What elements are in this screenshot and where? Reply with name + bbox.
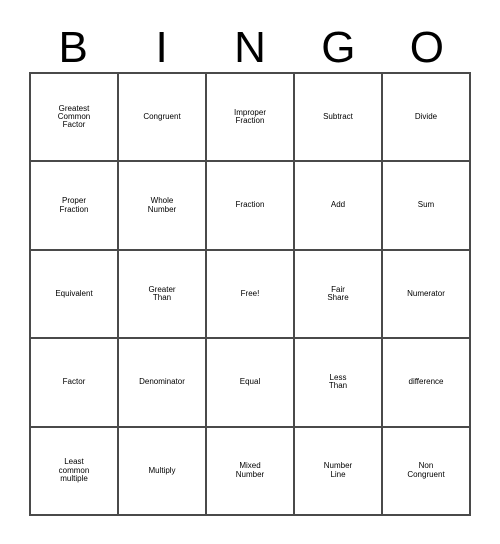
bingo-header-letter-g: G xyxy=(321,23,356,72)
bingo-cell-free-space[interactable]: Free! xyxy=(207,250,295,340)
bingo-cell-label: Divide xyxy=(414,112,438,122)
bingo-cell-label: Fraction xyxy=(235,200,265,210)
bingo-cell-o5[interactable]: Non Congruent xyxy=(383,427,471,516)
bingo-card: B I N G O Greatest Common Factor Congrue… xyxy=(0,0,500,544)
bingo-cell-b5[interactable]: Least common multiple xyxy=(31,427,119,516)
bingo-cell-label: Mixed Number xyxy=(235,461,265,479)
bingo-cell-i5[interactable]: Multiply xyxy=(119,427,207,516)
bingo-cell-label: Fair Share xyxy=(327,284,349,302)
bingo-cell-label: Equal xyxy=(239,377,261,387)
bingo-cell-label: Equivalent xyxy=(55,288,93,298)
bingo-cell-g4[interactable]: Less Than xyxy=(295,339,383,428)
bingo-cell-label: Factor xyxy=(62,377,86,387)
bingo-header-letter-o: O xyxy=(409,23,444,72)
bingo-cell-label: Free! xyxy=(240,288,260,298)
bingo-cell-o4[interactable]: difference xyxy=(383,339,471,428)
bingo-cell-n4[interactable]: Equal xyxy=(207,339,295,428)
bingo-cell-b4[interactable]: Factor xyxy=(31,339,119,428)
bingo-cell-i4[interactable]: Denominator xyxy=(119,339,207,428)
bingo-cell-o2[interactable]: Sum xyxy=(383,162,471,251)
bingo-header-letter-b: B xyxy=(58,23,88,72)
bingo-cell-label: Less Than xyxy=(328,373,348,391)
bingo-cell-label: Multiply xyxy=(148,465,176,475)
bingo-header-letter-i: I xyxy=(155,23,168,72)
bingo-header-row: B I N G O xyxy=(29,18,471,72)
bingo-cell-n2[interactable]: Fraction xyxy=(207,162,295,251)
bingo-cell-label: Greater Than xyxy=(148,284,176,302)
bingo-cell-o1[interactable]: Divide xyxy=(383,74,471,163)
bingo-cell-label: Non Congruent xyxy=(407,461,445,479)
bingo-cell-label: Whole Number xyxy=(147,196,177,214)
bingo-cell-i3[interactable]: Greater Than xyxy=(119,250,207,340)
bingo-cell-o3[interactable]: Numerator xyxy=(383,250,471,340)
bingo-cell-g1[interactable]: Subtract xyxy=(295,74,383,163)
bingo-cell-label: Least common multiple xyxy=(58,457,90,483)
bingo-cell-b2[interactable]: Proper Fraction xyxy=(31,162,119,251)
bingo-cell-g2[interactable]: Add xyxy=(295,162,383,251)
bingo-cell-b3[interactable]: Equivalent xyxy=(31,250,119,340)
bingo-cell-label: Proper Fraction xyxy=(59,196,89,214)
bingo-cell-label: Denominator xyxy=(139,377,185,387)
bingo-cell-label: difference xyxy=(408,377,444,387)
bingo-header-letter-n: N xyxy=(234,23,266,72)
bingo-cell-b1[interactable]: Greatest Common Factor xyxy=(31,74,119,163)
bingo-cell-n1[interactable]: Improper Fraction xyxy=(207,74,295,163)
bingo-cell-label: Improper Fraction xyxy=(233,107,266,126)
bingo-cell-g3[interactable]: Fair Share xyxy=(295,250,383,340)
bingo-cell-label: Add xyxy=(330,200,346,210)
bingo-cell-label: Sum xyxy=(417,200,435,210)
bingo-cell-label: Subtract xyxy=(323,112,353,122)
bingo-cell-label: Number Line xyxy=(323,461,353,479)
bingo-cell-n5[interactable]: Mixed Number xyxy=(207,427,295,516)
bingo-cell-g5[interactable]: Number Line xyxy=(295,427,383,516)
bingo-cell-i2[interactable]: Whole Number xyxy=(119,162,207,251)
bingo-cell-label: Congruent xyxy=(143,112,181,122)
bingo-cell-label: Greatest Common Factor xyxy=(57,103,91,130)
bingo-grid: Greatest Common Factor Congruent Imprope… xyxy=(29,72,471,516)
bingo-cell-i1[interactable]: Congruent xyxy=(119,74,207,163)
bingo-cell-label: Numerator xyxy=(407,288,445,298)
